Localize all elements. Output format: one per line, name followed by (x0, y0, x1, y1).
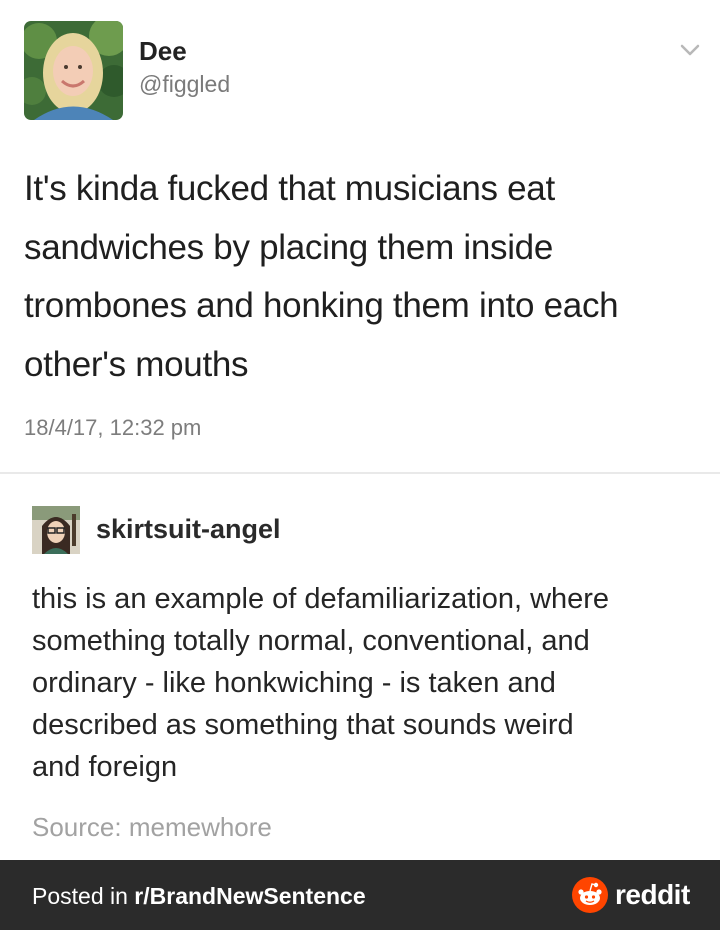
profile-avatar[interactable] (24, 21, 123, 120)
posted-prefix: Posted in (32, 883, 135, 909)
tweet-card: Dee @figgled It's kinda fucked that musi… (0, 0, 720, 470)
tweet-text: It's kinda fucked that musicians eat san… (24, 169, 619, 384)
tweet-timestamp[interactable]: 18/4/17, 12:32 pm (24, 414, 201, 442)
subreddit-link[interactable]: r/BrandNewSentence (134, 883, 365, 909)
reblog-avatar[interactable] (32, 506, 80, 554)
reblog-username[interactable]: skirtsuit-angel (96, 512, 281, 546)
reblog-card: skirtsuit-angel this is an example of de… (0, 474, 720, 860)
profile-photo-avatar (24, 21, 123, 120)
reddit-snoo-icon[interactable] (572, 877, 608, 913)
reddit-wordmark[interactable]: reddit (615, 878, 690, 912)
display-name[interactable]: Dee (139, 36, 187, 66)
posted-in-label: Posted in r/BrandNewSentence (32, 881, 366, 911)
illustrated-avatar (32, 506, 80, 554)
user-handle[interactable]: @figgled (139, 70, 230, 98)
source-link[interactable]: Source: memewhore (32, 810, 272, 844)
reblog-text: this is an example of defamiliarization,… (32, 583, 610, 783)
chevron-down-icon[interactable] (677, 40, 703, 60)
reddit-footer-bar: Posted in r/BrandNewSentence reddit (0, 860, 720, 930)
